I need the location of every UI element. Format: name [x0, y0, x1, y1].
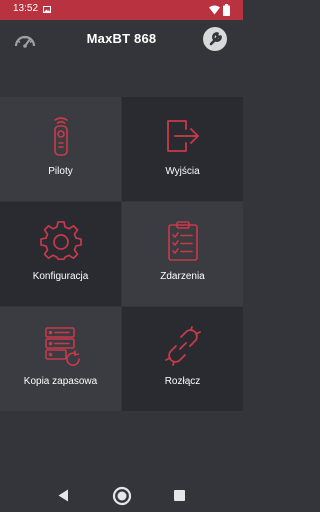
exit-icon — [166, 120, 199, 152]
status-time: 13:52 — [13, 3, 39, 14]
status-bar: 13:52 — [0, 0, 243, 20]
tile-konfiguracja[interactable]: Konfiguracja — [0, 202, 121, 306]
tile-rozlacz[interactable]: Rozłącz — [122, 307, 243, 411]
tile-piloty[interactable]: Piloty — [0, 97, 121, 201]
tile-label: Zdarzenia — [160, 271, 205, 282]
menu-grid: Piloty Wyjścia Konfiguracja Zdarzenia Ko… — [0, 97, 243, 411]
checklist-icon — [167, 221, 198, 261]
tile-wyjscia[interactable]: Wyjścia — [122, 97, 243, 201]
battery-icon — [223, 4, 230, 16]
broken-link-icon — [164, 326, 201, 366]
wifi-icon — [209, 5, 220, 15]
back-icon[interactable] — [58, 489, 69, 502]
recents-icon[interactable] — [174, 490, 185, 501]
tile-label: Rozłącz — [164, 376, 201, 387]
system-nav-bar — [0, 480, 243, 512]
tile-label: Piloty — [48, 166, 73, 177]
tile-kopia-zapasowa[interactable]: Kopia zapasowa — [0, 307, 121, 411]
tile-label: Wyjścia — [165, 166, 200, 177]
tile-label: Konfiguracja — [32, 271, 89, 282]
tile-label: Kopia zapasowa — [23, 376, 98, 387]
tile-zdarzenia[interactable]: Zdarzenia — [122, 202, 243, 306]
gear-icon — [39, 221, 82, 261]
home-icon[interactable] — [112, 486, 132, 506]
wrench-settings-icon[interactable] — [202, 26, 228, 52]
app-bar: MaxBT 868 — [0, 20, 243, 60]
backup-server-icon — [44, 327, 80, 366]
image-icon — [43, 6, 51, 13]
remote-icon — [53, 117, 68, 156]
